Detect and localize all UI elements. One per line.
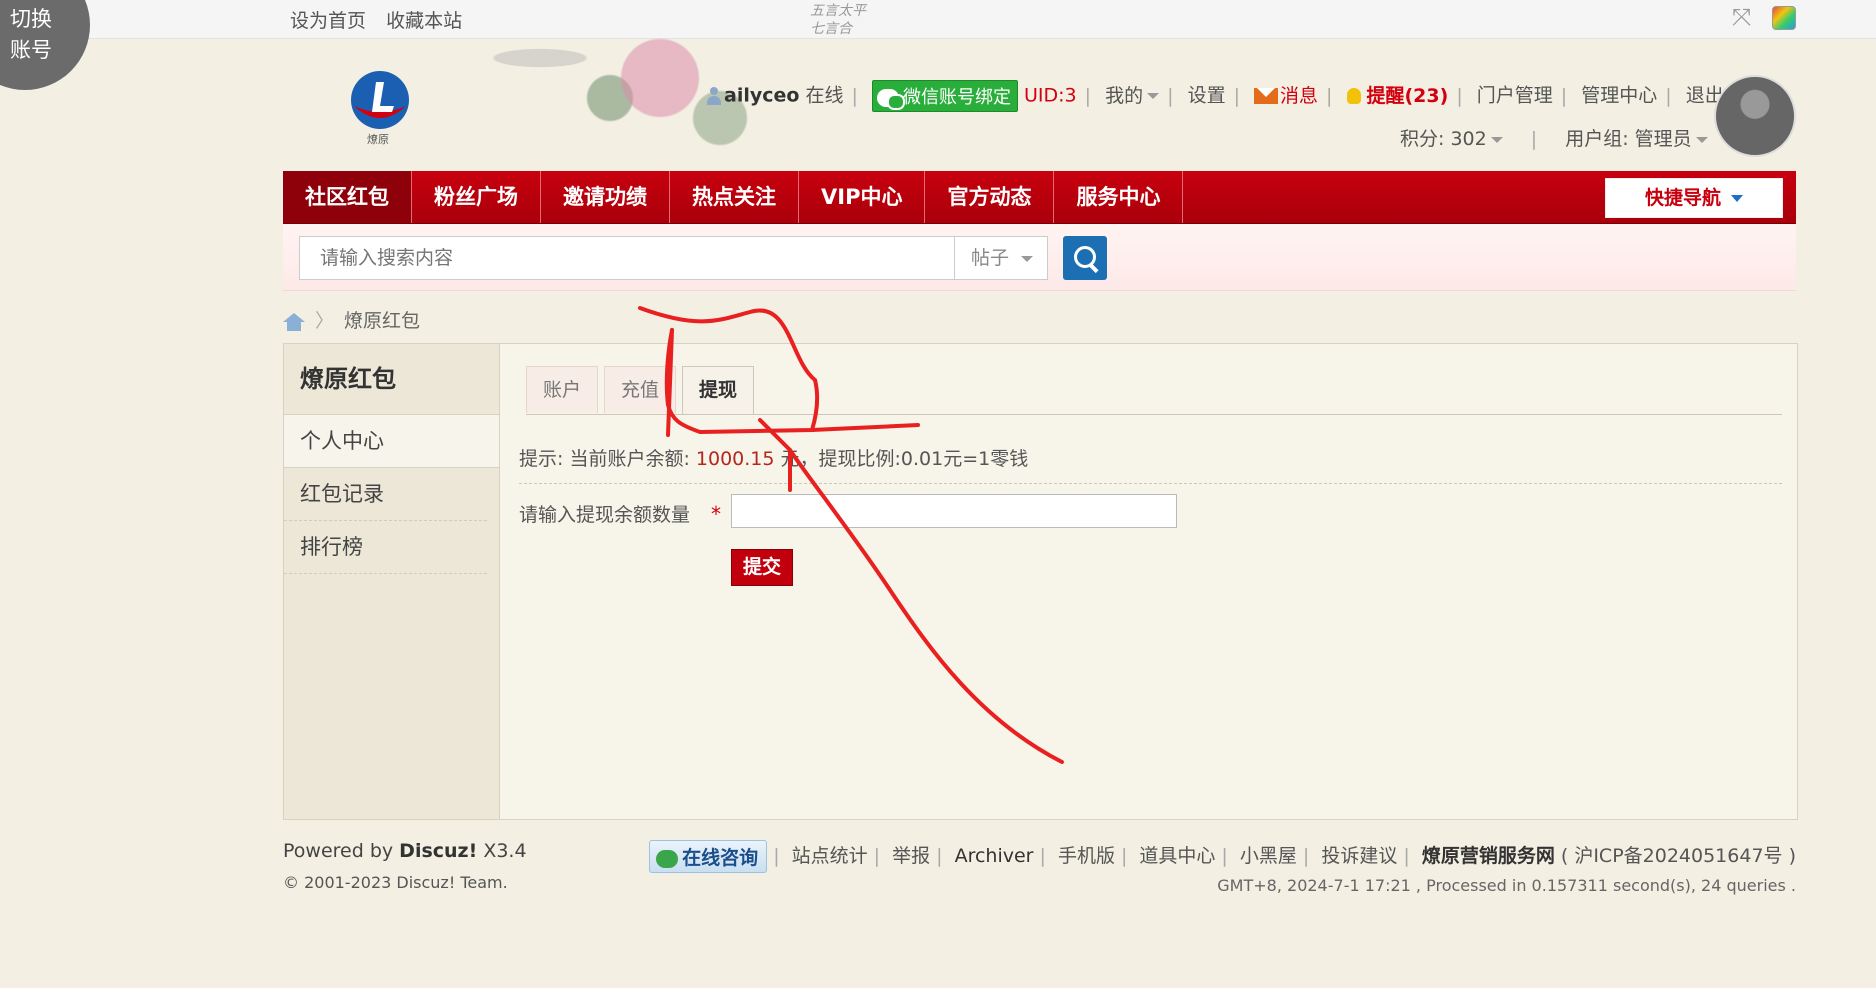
tab-withdraw[interactable]: 提现 [682, 366, 755, 414]
top-links: 设为首页 收藏本站 [290, 6, 476, 33]
version-label: X3.4 [477, 840, 527, 862]
search-icon [1074, 246, 1096, 268]
footer-link-report[interactable]: 举报 [892, 845, 930, 867]
bulb-icon [1346, 88, 1361, 104]
settings-link[interactable]: 设置 [1188, 85, 1226, 107]
sidebar-item-personal-center[interactable]: 个人中心 [284, 415, 499, 468]
footer-link-blacklist[interactable]: 小黑屋 [1240, 845, 1297, 867]
search-bar: 帖子 [283, 224, 1796, 291]
discuz-link[interactable]: Discuz! [399, 840, 477, 862]
breadcrumb-current[interactable]: 燎原红包 [344, 310, 420, 332]
powered-prefix: Powered by [283, 840, 400, 862]
footer-meta: GMT+8, 2024-7-1 17:21 , Processed in 0.1… [1217, 876, 1796, 895]
wechat-bind-button[interactable]: 微信账号绑定 [871, 80, 1018, 112]
tip-prefix: 提示: 当前账户余额: [519, 448, 696, 470]
footer-link-props[interactable]: 道具中心 [1139, 845, 1215, 867]
tab-account[interactable]: 账户 [526, 366, 599, 413]
quick-nav-button[interactable]: 快捷导航 [1605, 178, 1783, 218]
nav-item-service[interactable]: 服务中心 [1054, 171, 1184, 223]
switch-account-line1: 切换 [10, 7, 52, 31]
sidebar-title: 燎原红包 [284, 344, 499, 415]
chevron-down-icon [1490, 136, 1503, 143]
username-link[interactable]: ailyceo [724, 85, 799, 107]
breadcrumb-separator: 〉 [315, 310, 335, 332]
footer-links: 在线咨询 | 站点统计 | 举报 | Archiver | 手机版 | 道具中心 | 小黑屋… [649, 840, 1796, 873]
chevron-down-icon [1731, 195, 1743, 202]
top-utility-bar: 设为首页 收藏本站 ⤧ [0, 0, 1876, 39]
withdraw-amount-input[interactable] [731, 494, 1177, 528]
set-home-link[interactable]: 设为首页 [290, 10, 366, 32]
home-icon[interactable] [283, 312, 305, 331]
search-type-select[interactable]: 帖子 [954, 236, 1048, 280]
online-status: 在线 [805, 84, 844, 107]
messages-label: 消息 [1280, 84, 1319, 107]
person-icon [706, 87, 722, 105]
footer-icp[interactable]: ( 沪ICP备2024051647号 ) [1561, 845, 1796, 867]
banner-calligraphy: 五言太平 七言合 [810, 3, 866, 37]
footer-link-archiver[interactable]: Archiver [955, 845, 1034, 867]
mine-menu[interactable]: 我的 [1105, 84, 1160, 107]
messages-link[interactable]: 消息 [1254, 85, 1318, 107]
nav-item-hot[interactable]: 热点关注 [670, 171, 799, 223]
switch-account-label[interactable]: 切换 账号 [10, 4, 52, 66]
reminders-label: 提醒(23) [1366, 84, 1449, 107]
wechat-icon [876, 89, 905, 110]
sidebar: 燎原红包 个人中心 红包记录 排行榜 [284, 344, 500, 819]
wechat-bind-label: 微信账号绑定 [902, 87, 1011, 108]
bookmark-link[interactable]: 收藏本站 [386, 10, 462, 32]
mail-icon [1254, 88, 1279, 104]
nav-item-official[interactable]: 官方动态 [925, 171, 1055, 223]
logo-caption: 燎原 [367, 133, 389, 146]
mine-label: 我的 [1105, 84, 1144, 107]
chevron-down-icon [1695, 136, 1708, 143]
user-stats: 积分: 302 | 用户组: 管理员 [1400, 124, 1708, 151]
balance-tip: 提示: 当前账户余额: 1000.15 元，提现比例:0.01元=1零钱 [519, 444, 1782, 484]
main-nav: 社区红包 粉丝广场 邀请功绩 热点关注 VIP中心 官方动态 服务中心 快捷导航 [283, 171, 1796, 224]
switch-account-line2: 账号 [10, 38, 52, 62]
user-bar: ailyceo 在线 | 微信账号绑定 UID:3 | 我的 | 设置 | 消息 | 提醒… [706, 80, 1724, 112]
reminders-link[interactable]: 提醒(23) [1346, 84, 1449, 107]
footer-link-complaint[interactable]: 投诉建议 [1321, 845, 1397, 867]
admin-center-link[interactable]: 管理中心 [1581, 85, 1657, 107]
avatar[interactable] [1714, 75, 1796, 157]
footer-link-mobile[interactable]: 手机版 [1058, 845, 1115, 867]
chevron-down-icon [1021, 255, 1034, 262]
quick-nav-label: 快捷导航 [1644, 187, 1721, 209]
sidebar-item-leaderboard[interactable]: 排行榜 [284, 521, 487, 574]
required-mark: * [711, 502, 721, 526]
search-input[interactable] [299, 236, 955, 280]
tip-suffix: 元，提现比例:0.01元=1零钱 [774, 448, 1029, 470]
content-panel: 燎原红包 个人中心 红包记录 排行榜 账户 充值 提现 提示: 当前账户余额: … [283, 343, 1798, 820]
portal-manage-link[interactable]: 门户管理 [1477, 85, 1553, 107]
footer-powered: Powered by Discuz! X3.4 [283, 840, 527, 862]
expand-icon[interactable]: ⤧ [1732, 5, 1754, 29]
footer-site-name[interactable]: 燎原营销服务网 [1422, 845, 1555, 867]
footer-link-stats[interactable]: 站点统计 [792, 845, 868, 867]
points-menu[interactable]: 积分: 302 [1400, 128, 1503, 150]
breadcrumb: 〉燎原红包 [283, 306, 420, 333]
nav-item-community-redpacket[interactable]: 社区红包 [283, 171, 412, 223]
withdraw-amount-label: 请输入提现余额数量 [519, 504, 691, 526]
search-type-label: 帖子 [971, 247, 1010, 269]
tab-recharge[interactable]: 充值 [604, 366, 677, 413]
user-group-menu[interactable]: 用户组: 管理员 [1565, 128, 1708, 150]
sidebar-item-redpacket-records[interactable]: 红包记录 [284, 468, 487, 521]
nav-item-invite[interactable]: 邀请功绩 [541, 171, 670, 223]
search-button[interactable] [1063, 236, 1107, 280]
tab-bar: 账户 充值 提现 [526, 366, 1782, 415]
chat-icon [656, 849, 679, 868]
points-label: 积分: 302 [1400, 128, 1487, 150]
site-logo[interactable] [350, 70, 410, 130]
online-consult-button[interactable]: 在线咨询 [649, 840, 768, 873]
color-icon[interactable] [1772, 6, 1796, 30]
uid-label: UID:3 [1024, 84, 1077, 107]
user-group-label: 用户组: 管理员 [1565, 128, 1692, 150]
consult-label: 在线咨询 [682, 847, 759, 869]
chevron-down-icon [1147, 93, 1160, 99]
footer-copyright: © 2001-2023 Discuz! Team. [283, 873, 508, 892]
balance-value: 1000.15 [695, 448, 775, 470]
nav-item-vip[interactable]: VIP中心 [799, 171, 926, 223]
submit-button[interactable]: 提交 [731, 549, 793, 586]
nav-item-fans-square[interactable]: 粉丝广场 [412, 171, 541, 223]
